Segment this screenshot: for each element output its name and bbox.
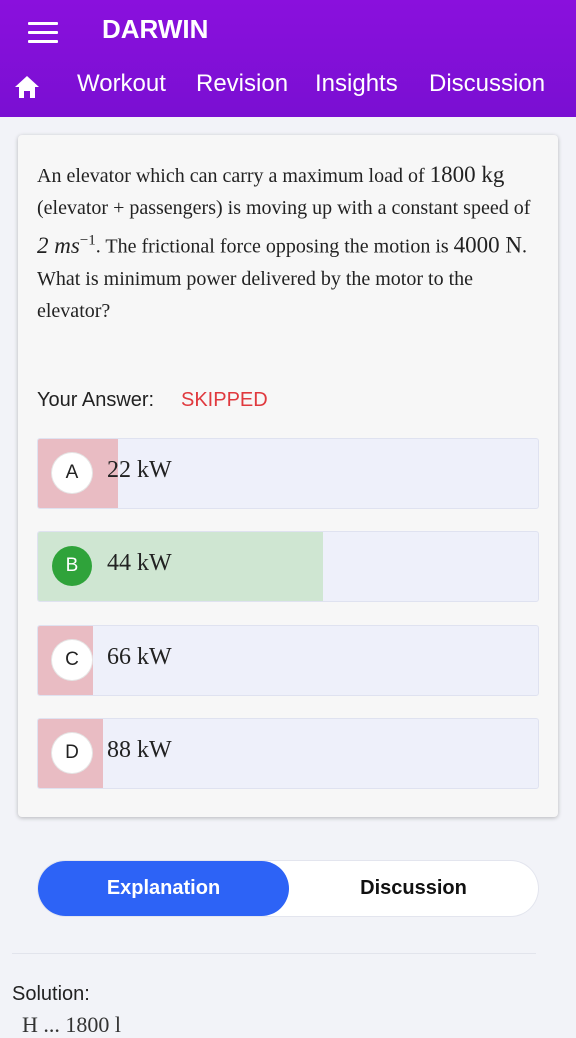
hamburger-menu-icon[interactable] (28, 22, 58, 44)
option-c[interactable]: C 66 kW (37, 625, 539, 696)
question-math: 1800 kg (429, 162, 505, 187)
solution-text-partial: H ... 1800 l (22, 1012, 121, 1037)
option-letter: B (52, 546, 92, 586)
option-text: 88 kW (107, 737, 172, 763)
question-card: An elevator which can carry a maximum lo… (18, 135, 558, 817)
divider (12, 953, 536, 954)
option-text: 44 kW (107, 550, 172, 576)
question-part: An elevator which can carry a maximum lo… (37, 165, 425, 187)
explanation-tab[interactable]: Explanation (38, 861, 289, 916)
option-letter: D (52, 733, 92, 773)
discussion-tab[interactable]: Discussion (289, 861, 538, 916)
tab-discussion[interactable]: Discussion (429, 70, 545, 98)
question-math-sup: −1 (79, 232, 96, 248)
your-answer-label: Your Answer: (37, 389, 155, 411)
option-text: 66 kW (107, 644, 172, 670)
option-a[interactable]: A 22 kW (37, 438, 539, 509)
app-bar: DARWIN Workout Revision Insights Discuss… (0, 0, 576, 117)
option-b[interactable]: B 44 kW (37, 531, 539, 602)
question-text: An elevator which can carry a maximum lo… (37, 159, 542, 327)
question-math: 2 ms (37, 232, 80, 258)
answer-status: SKIPPED (181, 389, 268, 411)
tab-revision[interactable]: Revision (196, 70, 288, 98)
question-part: (elevator + passengers) is moving up wit… (37, 197, 531, 219)
app-title: DARWIN (102, 14, 209, 44)
explanation-discussion-toggle: Explanation Discussion (38, 861, 538, 916)
option-text: 22 kW (107, 457, 172, 483)
home-icon[interactable] (14, 75, 40, 99)
option-letter: A (52, 453, 92, 493)
question-math: 4000 N (453, 232, 523, 258)
question-part: . The frictional force opposing the moti… (95, 235, 449, 258)
solution-label: Solution: (12, 983, 90, 1005)
tab-insights[interactable]: Insights (315, 70, 398, 98)
option-d[interactable]: D 88 kW (37, 718, 539, 789)
option-letter: C (52, 640, 92, 680)
tab-workout[interactable]: Workout (77, 70, 166, 98)
